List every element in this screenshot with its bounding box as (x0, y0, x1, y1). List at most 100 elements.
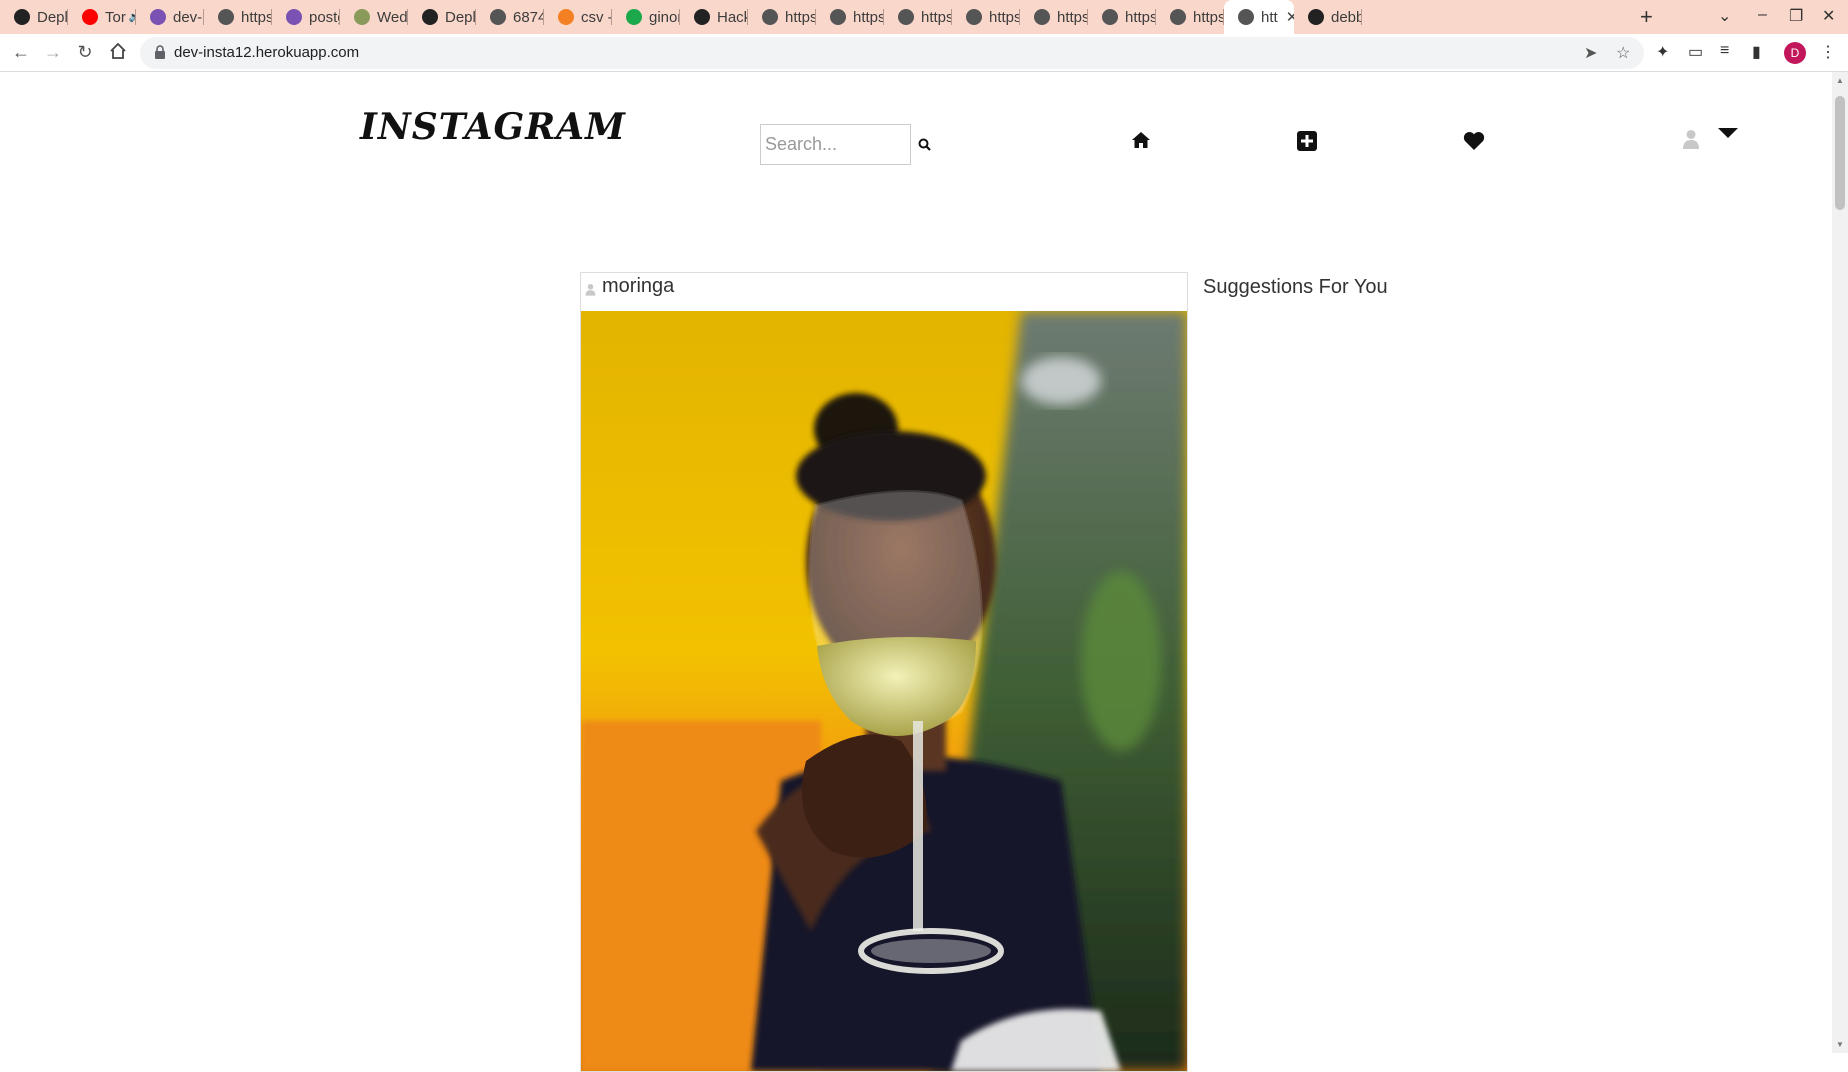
post-photo (581, 311, 1187, 1071)
url-text: dev-insta12.herokuapp.com (174, 44, 360, 61)
site-logo[interactable]: INSTAGRAM (360, 106, 626, 148)
restore-icon[interactable]: ❐ (1789, 6, 1803, 26)
tab-title: https: (1193, 8, 1224, 26)
browser-tab[interactable]: Deplo (408, 0, 476, 34)
tab-search-chevron-icon[interactable]: ⌄ (1718, 6, 1731, 26)
tab-title: https: (853, 8, 884, 26)
scrollbar-thumb[interactable] (1835, 96, 1845, 210)
sprout-icon (354, 9, 370, 25)
browser-tab[interactable]: Tor 🔈 (68, 0, 136, 34)
post-header: moringa (581, 273, 1187, 311)
post-image[interactable] (581, 311, 1187, 1071)
tab-title: https: (1125, 8, 1156, 26)
globe-icon (762, 9, 778, 25)
browser-tab[interactable]: Wedn (340, 0, 408, 34)
browser-tab[interactable]: https: (204, 0, 272, 34)
address-bar[interactable]: dev-insta12.herokuapp.com ➤ ☆ (140, 37, 1644, 69)
search-icon[interactable] (918, 138, 931, 151)
github-icon (14, 9, 30, 25)
github-icon (422, 9, 438, 25)
browser-tab[interactable]: https: (1020, 0, 1088, 34)
add-post-icon[interactable] (1297, 131, 1317, 151)
tab-title: https: (989, 8, 1020, 26)
github-icon (1308, 9, 1324, 25)
globe-icon (1238, 9, 1254, 25)
profile-avatar[interactable]: D (1784, 42, 1806, 64)
home-icon[interactable] (107, 42, 129, 65)
side-panel-icon[interactable]: ▮ (1752, 42, 1761, 62)
hackerrank-icon (626, 9, 642, 25)
globe-icon (1034, 9, 1050, 25)
browser-tab[interactable]: Deplo (0, 0, 68, 34)
tab-title: Deplo (445, 8, 476, 26)
tab-title: postg (309, 8, 340, 26)
tab-title: Deplo (37, 8, 68, 26)
globe-icon (1170, 9, 1186, 25)
scroll-down-icon[interactable]: ▼ (1836, 1040, 1844, 1049)
suggestions-title: Suggestions For You (1203, 276, 1388, 298)
search-input[interactable] (760, 124, 911, 165)
bookmark-star-icon[interactable]: ☆ (1616, 43, 1630, 63)
heroku-icon (286, 9, 302, 25)
tab-title: https: (921, 8, 952, 26)
globe-icon (830, 9, 846, 25)
browser-tab[interactable]: https: (816, 0, 884, 34)
cast-icon[interactable]: ▭ (1688, 42, 1703, 62)
user-avatar-icon (585, 284, 596, 296)
send-icon[interactable]: ➤ (1584, 43, 1597, 63)
forward-icon[interactable]: → (42, 42, 64, 63)
extensions-icon[interactable]: ✦ (1656, 42, 1669, 62)
browser-tab[interactable]: https: (952, 0, 1020, 34)
page-scrollbar[interactable]: ▲ ▼ (1832, 72, 1848, 1053)
browser-tab[interactable]: https: (748, 0, 816, 34)
tab-title: csv - H (581, 8, 612, 26)
close-tab-icon[interactable]: ✕ (1286, 8, 1294, 26)
browser-tab[interactable]: postg (272, 0, 340, 34)
media-control-icon[interactable]: ≡ (1720, 42, 1729, 60)
browser-toolbar: ← → ↻ dev-insta12.herokuapp.com ➤ ☆ ✦ ▭ … (0, 34, 1848, 72)
browser-tab[interactable]: 68747 (476, 0, 544, 34)
browser-tab[interactable]: csv - H (544, 0, 612, 34)
heroku-icon (150, 9, 166, 25)
tab-title: htt (1261, 8, 1278, 26)
close-window-icon[interactable]: ✕ (1822, 6, 1835, 26)
tab-title: ginort (649, 8, 680, 26)
tab-title: https: (785, 8, 816, 26)
stackoverflow-icon (558, 9, 574, 25)
globe-icon (898, 9, 914, 25)
heart-icon[interactable] (1462, 131, 1486, 151)
browser-tab[interactable]: https: (884, 0, 952, 34)
post-card: moringa (580, 272, 1188, 1072)
tab-title: Hacke (717, 8, 748, 26)
browser-tab[interactable]: debby (1294, 0, 1362, 34)
home-icon[interactable] (1131, 131, 1151, 149)
browser-menu-icon[interactable]: ⋮ (1820, 42, 1836, 62)
scroll-up-icon[interactable]: ▲ (1836, 76, 1844, 85)
github-icon (694, 9, 710, 25)
user-avatar-icon[interactable] (1682, 129, 1700, 149)
tab-title: Wedn (377, 8, 408, 26)
tab-title: Tor (105, 8, 126, 26)
minimize-icon[interactable]: – (1758, 6, 1767, 24)
page-content: INSTAGRAM moringa (0, 72, 1832, 1072)
browser-tab[interactable]: ginort (612, 0, 680, 34)
tab-title: https: (1057, 8, 1088, 26)
browser-tab[interactable]: https: (1156, 0, 1224, 34)
globe-icon (966, 9, 982, 25)
reload-icon[interactable]: ↻ (74, 42, 96, 63)
new-tab-button[interactable]: + (1640, 4, 1653, 30)
globe-icon (218, 9, 234, 25)
browser-tab[interactable]: Hacke (680, 0, 748, 34)
globe-icon (1102, 9, 1118, 25)
tab-separator (1361, 9, 1362, 25)
tab-strip: DeploTor🔈dev-inhttps:postgWednDeplo68747… (0, 0, 1848, 34)
browser-tab[interactable]: dev-in (136, 0, 204, 34)
post-username[interactable]: moringa (602, 275, 674, 298)
tab-title: https: (241, 8, 272, 26)
back-icon[interactable]: ← (10, 42, 32, 63)
caret-down-icon[interactable] (1718, 128, 1738, 138)
youtube-icon (82, 9, 98, 25)
browser-tab[interactable]: https: (1088, 0, 1156, 34)
tab-title: 68747 (513, 8, 544, 26)
browser-tab[interactable]: htt ✕ (1224, 0, 1294, 34)
